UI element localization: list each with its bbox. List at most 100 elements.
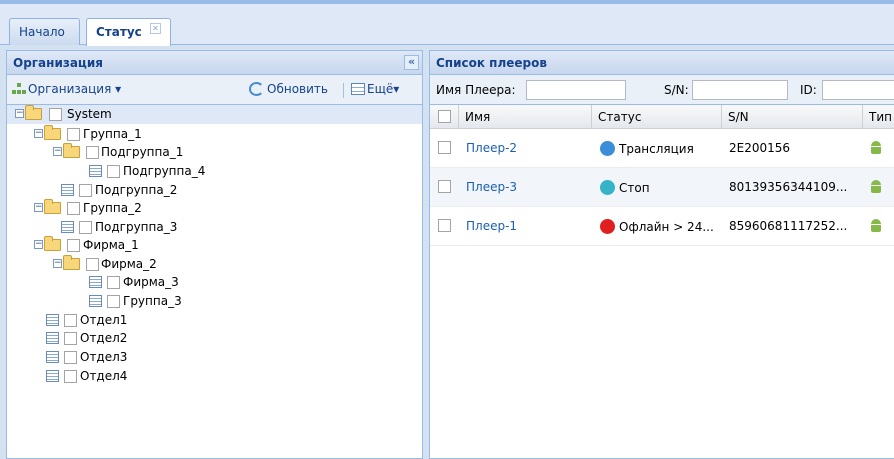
tree-node[interactable]: − Группа_2: [7, 199, 422, 218]
tab-home[interactable]: Начало: [9, 18, 80, 45]
android-icon: [870, 219, 882, 232]
status-icon: [600, 180, 615, 195]
players-grid-header: Имя Статус S/N Тип: [430, 105, 894, 129]
tree-node[interactable]: − System: [7, 105, 422, 124]
tree-node[interactable]: − Подгруппа_1: [7, 143, 422, 162]
player-status: Офлайн > 24...: [600, 219, 714, 234]
tree-node[interactable]: − Фирма_2: [7, 255, 422, 274]
player-status-label: Офлайн > 24...: [619, 220, 714, 234]
collapse-panel-button[interactable]: «: [404, 55, 419, 70]
row-checkbox[interactable]: [438, 219, 451, 232]
folder-icon: [25, 105, 42, 120]
column-sn[interactable]: S/N: [722, 105, 863, 129]
row-checkbox[interactable]: [438, 141, 451, 154]
tree-node-checkbox[interactable]: [67, 202, 80, 215]
folder-icon: [44, 125, 61, 140]
android-type-icon-cell: [870, 219, 882, 235]
tree-node-checkbox[interactable]: [64, 332, 77, 345]
tree-node-checkbox[interactable]: [49, 108, 62, 121]
organization-panel-title: Организация: [13, 56, 103, 70]
players-grid-body: Плеер-2 Трансляция 2E200156 Плеер-3 Стоп 8013…: [430, 129, 894, 246]
player-name-link[interactable]: Плеер-2: [466, 141, 517, 155]
tree-node[interactable]: Отдел1: [7, 311, 422, 330]
tree-node-label: Отдел2: [80, 331, 128, 345]
organization-panel-header: Организация «: [7, 51, 422, 75]
organization-toolbar: Организация ▾ Обновить Ещё▾: [7, 75, 422, 105]
tree-node-label: Отдел1: [80, 313, 128, 327]
tree-node-checkbox[interactable]: [86, 258, 99, 271]
players-filter-toolbar: Имя Плеера: S/N: ID:: [430, 75, 894, 105]
tree-node-label: Подгруппа_1: [101, 145, 184, 159]
tree-node-checkbox[interactable]: [64, 351, 77, 364]
tree-node-label: Группа_1: [83, 127, 142, 141]
collapse-node-icon[interactable]: −: [34, 129, 43, 138]
player-name-link[interactable]: Плеер-1: [466, 219, 517, 233]
player-status: Стоп: [600, 180, 650, 195]
column-type[interactable]: Тип: [863, 105, 894, 129]
player-status-label: Трансляция: [619, 142, 694, 156]
tree-node-checkbox[interactable]: [64, 370, 77, 383]
tab-status-label: Статус: [96, 25, 142, 39]
player-row[interactable]: Плеер-2 Трансляция 2E200156: [430, 129, 894, 168]
tree-node-checkbox[interactable]: [107, 295, 120, 308]
column-name[interactable]: Имя: [459, 105, 592, 129]
row-checkbox[interactable]: [438, 180, 451, 193]
tree-node-label: Группа_3: [123, 294, 182, 308]
tree-node-checkbox[interactable]: [79, 221, 92, 234]
player-name-filter-label: Имя Плеера:: [436, 83, 516, 97]
tree-node-checkbox[interactable]: [86, 146, 99, 159]
collapse-node-icon[interactable]: −: [34, 203, 43, 212]
more-button[interactable]: Ещё▾: [351, 82, 399, 96]
android-icon: [870, 141, 882, 154]
tree-node[interactable]: Подгруппа_3: [7, 218, 422, 237]
players-panel-header: Список плееров: [430, 51, 894, 75]
player-name-filter-input[interactable]: [526, 80, 626, 100]
tree-node-checkbox[interactable]: [107, 276, 120, 289]
player-row[interactable]: Плеер-1 Офлайн > 24... 85960681117252...: [430, 207, 894, 246]
tree-node-label: Фирма_2: [101, 257, 157, 271]
tree-node[interactable]: Отдел3: [7, 348, 422, 367]
organization-menu-button[interactable]: Организация ▾: [12, 82, 121, 96]
tab-bar: Начало Статус ✕: [0, 0, 894, 46]
tree-node[interactable]: Подгруппа_4: [7, 162, 422, 181]
tree-node-checkbox[interactable]: [107, 165, 120, 178]
tree-node-checkbox[interactable]: [67, 128, 80, 141]
player-sn: 80139356344109...: [729, 180, 848, 194]
refresh-button[interactable]: Обновить: [249, 82, 328, 96]
tree-node[interactable]: − Группа_1: [7, 125, 422, 144]
player-status: Трансляция: [600, 141, 694, 156]
tree-node[interactable]: Подгруппа_2: [7, 181, 422, 200]
tree-node-checkbox[interactable]: [67, 239, 80, 252]
tree-node[interactable]: − Фирма_1: [7, 236, 422, 255]
collapse-node-icon[interactable]: −: [15, 109, 24, 118]
players-panel-title: Список плееров: [436, 56, 547, 70]
select-all-checkbox[interactable]: [438, 110, 451, 123]
tree-node[interactable]: Отдел4: [7, 367, 422, 386]
tree-node-checkbox[interactable]: [64, 314, 77, 327]
tree-node[interactable]: Отдел2: [7, 329, 422, 348]
node-list-icon: [89, 295, 102, 307]
tree-node-label: Подгруппа_2: [95, 183, 178, 197]
tab-status[interactable]: Статус ✕: [86, 18, 171, 46]
collapse-node-icon[interactable]: −: [53, 259, 62, 268]
folder-icon: [44, 199, 61, 214]
grid-icon: [351, 83, 365, 95]
tree-node[interactable]: Фирма_3: [7, 273, 422, 292]
select-all-column[interactable]: [430, 105, 459, 129]
tree-node-label: Фирма_1: [83, 238, 139, 252]
collapse-node-icon[interactable]: −: [53, 147, 62, 156]
node-list-icon: [46, 314, 59, 326]
id-filter-input[interactable]: [822, 80, 894, 100]
tree-node-checkbox[interactable]: [79, 184, 92, 197]
player-row[interactable]: Плеер-3 Стоп 80139356344109...: [430, 168, 894, 207]
close-icon[interactable]: ✕: [150, 23, 161, 34]
collapse-node-icon[interactable]: −: [34, 240, 43, 249]
sn-filter-input[interactable]: [692, 80, 788, 100]
player-name-link[interactable]: Плеер-3: [466, 180, 517, 194]
player-status-label: Стоп: [619, 181, 650, 195]
column-status[interactable]: Статус: [592, 105, 722, 129]
tree-node[interactable]: Группа_3: [7, 292, 422, 311]
more-label: Ещё▾: [367, 82, 400, 96]
refresh-icon: [249, 82, 264, 96]
node-list-icon: [46, 351, 59, 363]
